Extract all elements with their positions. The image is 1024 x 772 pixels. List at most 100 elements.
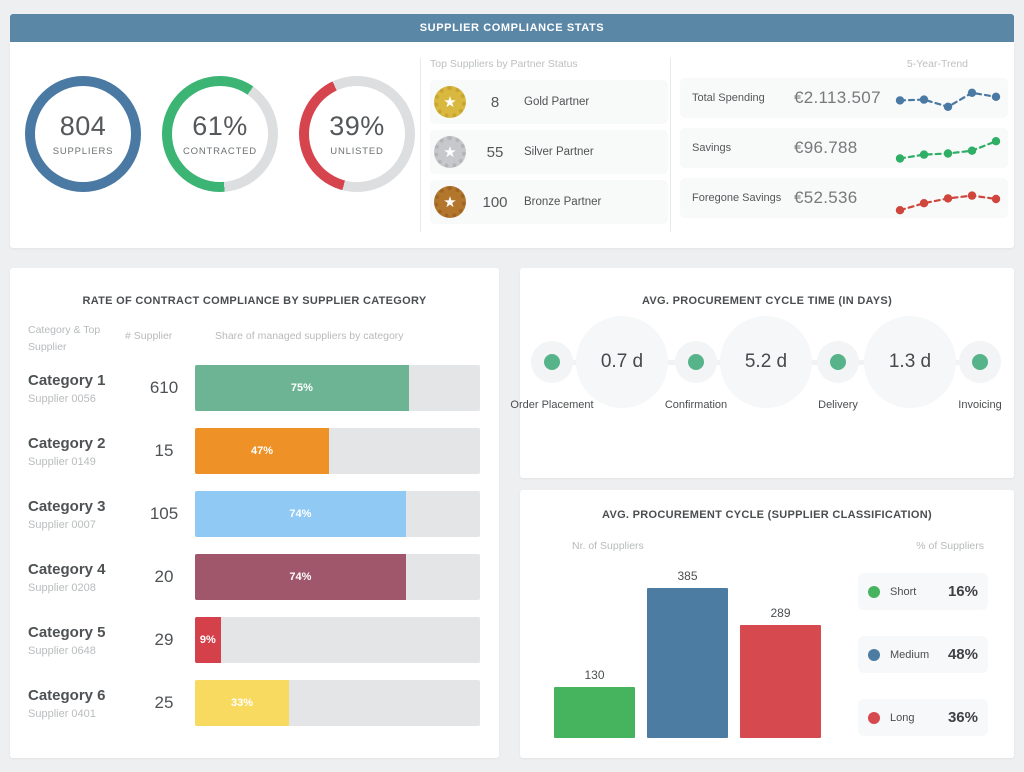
dashboard-header: SUPPLIER COMPLIANCE STATS <box>10 14 1014 42</box>
legend-row: Medium 48% <box>858 636 988 673</box>
partner-count: 55 <box>486 143 504 161</box>
category-cell: Category 4 Supplier 0208 <box>28 561 133 594</box>
compliance-row: Category 6 Supplier 0401 25 33% <box>10 680 499 726</box>
stage-label: Invoicing <box>958 399 1002 411</box>
partner-label: Bronze Partner <box>524 196 602 208</box>
category-name: Category 3 <box>28 497 106 515</box>
partner-status-list: ★ 8 Gold Partner ★ 55 Silver Partner ★ 100 Bronz… <box>430 80 668 224</box>
partner-row: ★ 100 Bronze Partner <box>430 180 668 224</box>
partner-count: 8 <box>490 93 500 111</box>
category-cell: Category 6 Supplier 0401 <box>28 687 133 720</box>
kpi-donut-contracted: 61% CONTRACTED <box>162 76 278 192</box>
gold-badge-icon: ★ <box>434 86 466 118</box>
kpi-summary-card: 804 SUPPLIERS 61% CONTRACTED 39% UNLISTED Top… <box>10 42 1014 248</box>
stage-dot-icon <box>830 354 846 370</box>
kpi-value: 61% <box>192 111 248 141</box>
category-name: Category 4 <box>28 560 106 578</box>
compliance-title: RATE OF CONTRACT COMPLIANCE BY SUPPLIER … <box>82 295 427 307</box>
bar-rect <box>647 588 728 738</box>
column-header-share: Share of managed suppliers by category <box>215 330 404 342</box>
compliance-bar-track: 47% <box>195 428 480 474</box>
supplier-count: 25 <box>154 693 174 712</box>
top-supplier-name: Supplier 0648 <box>28 644 96 657</box>
supplier-count: 105 <box>149 504 179 523</box>
trend-label: Total Spending <box>692 92 765 104</box>
legend-label: Short <box>890 585 917 598</box>
compliance-bar-track: 74% <box>195 554 480 600</box>
category-name: Category 6 <box>28 686 106 704</box>
axis-label-suppliers: Nr. of Suppliers <box>572 540 644 552</box>
stage-label: Delivery <box>818 399 858 411</box>
legend-dot-icon <box>868 585 880 598</box>
stage-dot-icon <box>688 354 704 370</box>
trend-sparkline <box>895 191 1001 215</box>
trend-value: €52.536 <box>794 188 858 207</box>
classification-title: AVG. PROCUREMENT CYCLE (SUPPLIER CLASSIF… <box>602 509 932 521</box>
trend-list: Total Spending €2.113.507 Savings €96.788 Fo… <box>680 78 1008 218</box>
legend-percentage: 48% <box>947 646 978 663</box>
trend-row: Foregone Savings €52.536 <box>680 178 1008 218</box>
top-supplier-name: Supplier 0056 <box>28 392 96 405</box>
kpi-center: 61% CONTRACTED <box>172 86 268 182</box>
compliance-bar-pct: 9% <box>199 634 216 646</box>
classification-bar: 289 <box>740 606 821 738</box>
trend-sparkline <box>895 137 1001 163</box>
bar-rect <box>740 625 821 738</box>
compliance-bar-pct: 33% <box>231 697 254 709</box>
compliance-bar-track: 9% <box>195 617 480 663</box>
category-cell: Category 3 Supplier 0007 <box>28 498 133 531</box>
compliance-bar-fill: 75% <box>195 365 409 411</box>
partner-count: 100 <box>482 193 508 211</box>
legend-label: Medium <box>890 648 930 661</box>
partner-row: ★ 55 Silver Partner <box>430 130 668 174</box>
kpi-donut-row: 804 SUPPLIERS 61% CONTRACTED 39% UNLISTED <box>25 76 415 192</box>
bar-rect <box>554 687 635 738</box>
compliance-bar-fill: 47% <box>195 428 329 474</box>
top-supplier-name: Supplier 0007 <box>28 518 96 531</box>
legend-percentage: 36% <box>947 709 978 726</box>
legend-dot-icon <box>868 711 880 724</box>
kpi-value: 39% <box>329 111 385 141</box>
supplier-count: 20 <box>154 567 174 586</box>
compliance-bar-pct: 74% <box>289 571 312 583</box>
kpi-center: 804 SUPPLIERS <box>35 86 131 182</box>
kpi-label: CONTRACTED <box>183 146 257 157</box>
cycle-timeline: 0.7 d 5.2 d 1.3 d Order Placement Confirmati… <box>510 268 1014 478</box>
trend-label: Savings <box>692 142 732 154</box>
top-supplier-name: Supplier 0149 <box>28 455 96 468</box>
partner-label: Gold Partner <box>524 96 590 108</box>
legend-percentage: 16% <box>947 583 978 600</box>
compliance-rows: Category 1 Supplier 0056 610 75% Category 2 S… <box>10 365 499 743</box>
trend-section: 5-Year-Trend Total Spending €2.113.507 Sav… <box>680 58 1008 228</box>
bar-value-label: 289 <box>770 606 791 620</box>
trend-row: Total Spending €2.113.507 <box>680 78 1008 118</box>
compliance-row: Category 3 Supplier 0007 105 74% <box>10 491 499 537</box>
cycle-time-panel: AVG. PROCUREMENT CYCLE TIME (IN DAYS) 0.… <box>510 268 1014 478</box>
partner-status-section: Top Suppliers by Partner Status ★ 8 Gold P… <box>430 58 668 230</box>
divider <box>420 58 421 232</box>
compliance-bar-pct: 47% <box>250 445 273 457</box>
top-supplier-name: Supplier 0208 <box>28 581 96 594</box>
legend-row: Short 16% <box>858 573 988 610</box>
compliance-row: Category 2 Supplier 0149 15 47% <box>10 428 499 474</box>
partner-status-heading: Top Suppliers by Partner Status <box>430 58 578 70</box>
compliance-bar-fill: 74% <box>195 554 406 600</box>
bar-value-label: 385 <box>677 569 698 583</box>
compliance-bar-track: 33% <box>195 680 480 726</box>
trend-heading: 5-Year-Trend <box>906 58 968 70</box>
stage-dot-icon <box>544 354 560 370</box>
supplier-count: 29 <box>154 630 174 649</box>
trend-label: Foregone Savings <box>692 192 782 204</box>
category-name: Category 2 <box>28 434 106 452</box>
kpi-donut-unlisted: 39% UNLISTED <box>299 76 415 192</box>
kpi-center: 39% UNLISTED <box>309 86 405 182</box>
category-name: Category 5 <box>28 623 106 641</box>
compliance-bar-track: 75% <box>195 365 480 411</box>
compliance-bar-pct: 75% <box>290 382 313 394</box>
stage-label: Confirmation <box>664 399 728 411</box>
trend-value: €2.113.507 <box>794 88 881 107</box>
stage-dot-icon <box>972 354 988 370</box>
kpi-label: SUPPLIERS <box>52 146 114 157</box>
legend-dot-icon <box>868 648 880 661</box>
compliance-row: Category 4 Supplier 0208 20 74% <box>10 554 499 600</box>
